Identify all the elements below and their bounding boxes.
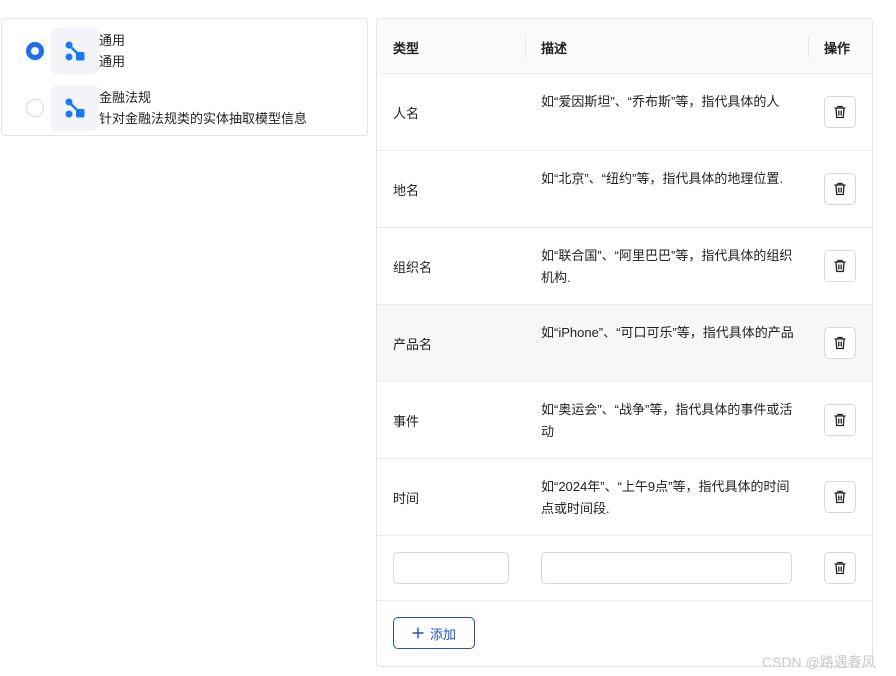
add-entity-button[interactable]: 添加 <box>393 617 475 649</box>
trash-icon <box>834 336 846 350</box>
entity-description-input[interactable] <box>541 552 792 584</box>
entity-type-cell: 产品名 <box>393 337 433 352</box>
entity-description-cell: 如“iPhone”、“可口可乐”等，指代具体的产品 <box>541 325 794 340</box>
template-title: 通用 <box>99 33 126 48</box>
column-header-action: 操作 <box>824 41 851 56</box>
entity-description-cell: 如“2024年”、“上午9点”等，指代具体的时间点或时间段. <box>541 479 790 516</box>
template-radio-finance[interactable] <box>26 99 44 117</box>
delete-row-button[interactable] <box>824 96 856 128</box>
entity-type-cell: 组织名 <box>393 260 433 275</box>
entity-type-cell: 事件 <box>393 414 420 429</box>
template-description: 通用 <box>99 54 126 69</box>
template-item-finance[interactable]: 金融法规 针对金融法规类的实体抽取模型信息 <box>2 83 367 133</box>
entity-description-cell: 如“奥运会”、“战争”等，指代具体的事件或活动 <box>541 402 793 439</box>
plus-icon <box>412 627 424 639</box>
watermark: CSDN @路遇春风 <box>762 654 876 670</box>
table-row: 产品名 如“iPhone”、“可口可乐”等，指代具体的产品 <box>377 305 872 382</box>
delete-row-button[interactable] <box>824 404 856 436</box>
trash-icon <box>834 182 846 196</box>
entity-table: 类型 描述 操作 人名 如“爱因斯坦”、“乔布斯”等，指代具体的人 地名 如“北… <box>376 18 873 667</box>
new-entity-row <box>377 536 872 601</box>
template-description: 针对金融法规类的实体抽取模型信息 <box>99 111 308 126</box>
column-header-type: 类型 <box>393 41 420 56</box>
delete-row-button[interactable] <box>824 481 856 513</box>
table-row: 地名 如“北京”、“纽约”等，指代具体的地理位置. <box>377 151 872 228</box>
delete-row-button[interactable] <box>824 173 856 205</box>
template-list: 通用 通用 金融法规 针对金融法规类的实体抽取模型信息 <box>1 18 368 136</box>
node-graph-icon <box>51 85 99 131</box>
table-header: 类型 描述 操作 <box>377 19 872 74</box>
trash-icon <box>834 259 846 273</box>
entity-description-cell: 如“北京”、“纽约”等，指代具体的地理位置. <box>541 171 783 186</box>
delete-row-button[interactable] <box>824 327 856 359</box>
delete-row-button[interactable] <box>824 552 856 584</box>
table-row: 组织名 如“联合国”、“阿里巴巴”等，指代具体的组织机构. <box>377 228 872 305</box>
entity-type-input[interactable] <box>393 552 509 584</box>
entity-description-cell: 如“爱因斯坦”、“乔布斯”等，指代具体的人 <box>541 94 780 109</box>
template-title: 金融法规 <box>99 90 152 105</box>
table-row: 时间 如“2024年”、“上午9点”等，指代具体的时间点或时间段. <box>377 459 872 536</box>
table-row: 事件 如“奥运会”、“战争”等，指代具体的事件或活动 <box>377 382 872 459</box>
entity-type-cell: 地名 <box>393 183 420 198</box>
entity-type-cell: 时间 <box>393 491 420 506</box>
entity-type-cell: 人名 <box>393 106 420 121</box>
node-graph-icon <box>51 28 99 74</box>
template-item-general[interactable]: 通用 通用 <box>2 26 367 76</box>
trash-icon <box>834 490 846 504</box>
add-entity-label: 添加 <box>429 626 456 642</box>
trash-icon <box>834 105 846 119</box>
trash-icon <box>834 413 846 427</box>
column-divider <box>525 36 526 58</box>
column-header-description: 描述 <box>541 41 568 56</box>
entity-description-cell: 如“联合国”、“阿里巴巴”等，指代具体的组织机构. <box>541 248 793 285</box>
column-divider <box>808 36 809 58</box>
delete-row-button[interactable] <box>824 250 856 282</box>
table-row: 人名 如“爱因斯坦”、“乔布斯”等，指代具体的人 <box>377 74 872 151</box>
trash-icon <box>834 561 846 575</box>
template-radio-general[interactable] <box>26 42 44 60</box>
